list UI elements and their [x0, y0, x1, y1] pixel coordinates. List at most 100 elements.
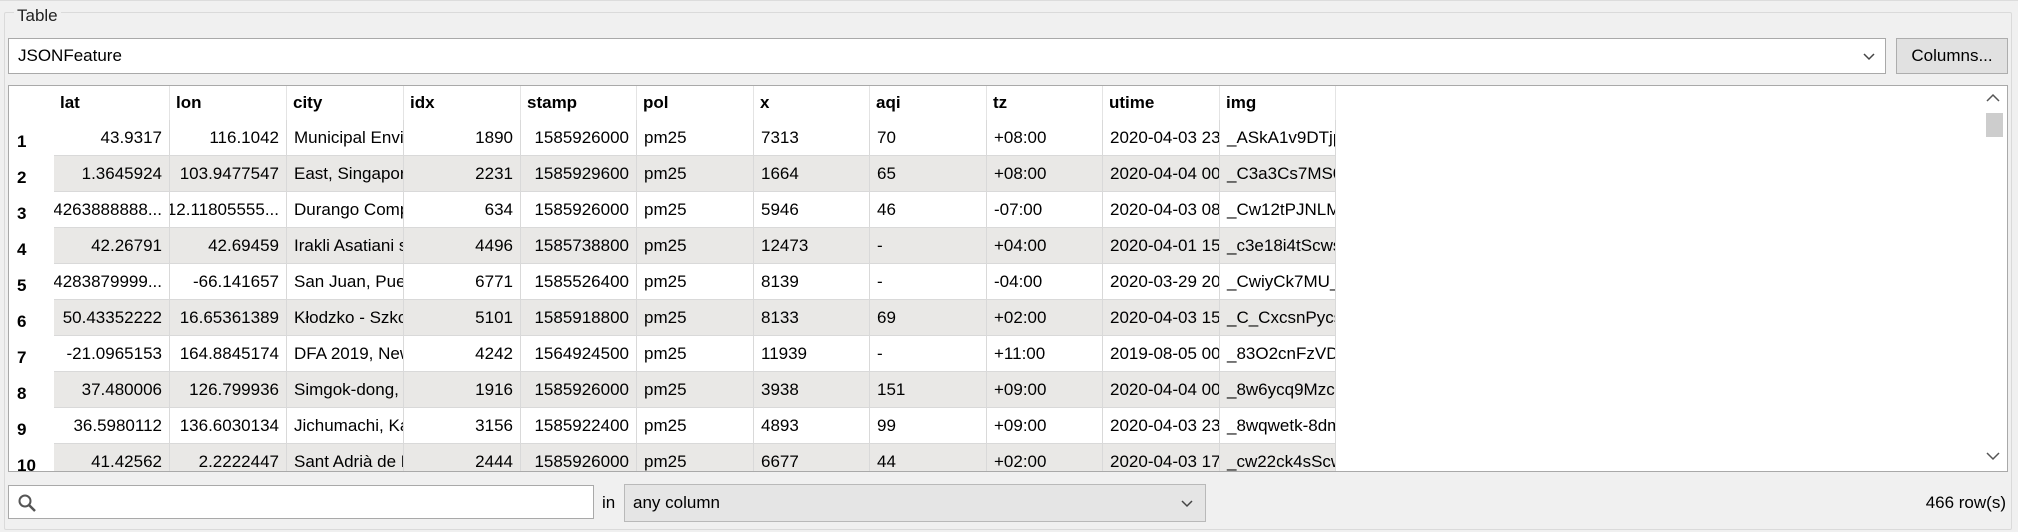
- table-cell-img[interactable]: _Cw12tPJNLMp...: [1220, 192, 1336, 228]
- table-cell-city[interactable]: Municipal Envir...: [287, 120, 404, 156]
- row-number[interactable]: 2: [9, 156, 54, 192]
- scroll-up-icon[interactable]: [1985, 92, 2001, 104]
- table-cell-utime[interactable]: 2020-03-29 20:...: [1103, 264, 1220, 300]
- row-number[interactable]: 3: [9, 192, 54, 228]
- table-cell-x[interactable]: 8133: [754, 300, 870, 336]
- table-cell-aqi[interactable]: 46: [870, 192, 987, 228]
- row-number[interactable]: 6: [9, 300, 54, 336]
- table-cell-tz[interactable]: +02:00: [987, 300, 1103, 336]
- table-cell-lon[interactable]: 164.8845174: [170, 336, 287, 372]
- table-cell-idx[interactable]: 6771: [404, 264, 521, 300]
- table-cell-aqi[interactable]: 69: [870, 300, 987, 336]
- table-cell-x[interactable]: 4893: [754, 408, 870, 444]
- search-input[interactable]: [8, 485, 594, 519]
- table-cell-idx[interactable]: 3156: [404, 408, 521, 444]
- table-cell-idx[interactable]: 1890: [404, 120, 521, 156]
- table-cell-city[interactable]: DFA 2019, New...: [287, 336, 404, 372]
- table-cell-utime[interactable]: 2020-04-03 08:...: [1103, 192, 1220, 228]
- table-cell-stamp[interactable]: 1585926000: [521, 120, 637, 156]
- table-cell-tz[interactable]: -07:00: [987, 192, 1103, 228]
- table-cell-tz[interactable]: +08:00: [987, 120, 1103, 156]
- table-cell-img[interactable]: _C_CxcsnPycs_...: [1220, 300, 1336, 336]
- table-cell-lat[interactable]: 1.3645924: [54, 156, 170, 192]
- table-cell-stamp[interactable]: 1585922400: [521, 408, 637, 444]
- table-cell-city[interactable]: San Juan, Puert...: [287, 264, 404, 300]
- scrollbar-thumb[interactable]: [1986, 113, 2003, 137]
- table-cell-lon[interactable]: 103.9477547: [170, 156, 287, 192]
- table-cell-img[interactable]: _ASkA1v9DTjpt...: [1220, 120, 1336, 156]
- table-cell-utime[interactable]: 2020-04-03 17:...: [1103, 444, 1220, 471]
- table-row[interactable]: 2 1.3645924 103.9477547 East, Singapore 2231…: [9, 156, 1336, 192]
- column-header-lon[interactable]: lon: [170, 86, 287, 120]
- table-cell-stamp[interactable]: 1585926000: [521, 372, 637, 408]
- table-cell-pol[interactable]: pm25: [637, 264, 754, 300]
- table-cell-utime[interactable]: 2020-04-03 23:...: [1103, 408, 1220, 444]
- table-cell-lat[interactable]: 37.480006: [54, 372, 170, 408]
- table-cell-idx[interactable]: 2231: [404, 156, 521, 192]
- table-cell-city[interactable]: Simgok-dong, ...: [287, 372, 404, 408]
- table-cell-idx[interactable]: 2444: [404, 444, 521, 471]
- table-cell-x[interactable]: 8139: [754, 264, 870, 300]
- table-cell-aqi[interactable]: 151: [870, 372, 987, 408]
- table-cell-stamp[interactable]: 1585526400: [521, 264, 637, 300]
- table-cell-img[interactable]: _cw22ck4sScw...: [1220, 444, 1336, 471]
- table-cell-lon[interactable]: 126.799936: [170, 372, 287, 408]
- table-cell-aqi[interactable]: 70: [870, 120, 987, 156]
- table-cell-img[interactable]: _c3e18i4tScwsz...: [1220, 228, 1336, 264]
- table-cell-pol[interactable]: pm25: [637, 120, 754, 156]
- table-cell-city[interactable]: Sant Adrià de B...: [287, 444, 404, 471]
- table-cell-utime[interactable]: 2020-04-03 23:...: [1103, 120, 1220, 156]
- column-header-stamp[interactable]: stamp: [521, 86, 637, 120]
- columns-button[interactable]: Columns...: [1896, 38, 2008, 74]
- table-row[interactable]: 518.4283879999...-66.141657San Juan, Pue…: [9, 264, 1336, 300]
- table-cell-lat[interactable]: 43.9317: [54, 120, 170, 156]
- row-number[interactable]: 7: [9, 336, 54, 372]
- table-cell-idx[interactable]: 4496: [404, 228, 521, 264]
- table-cell-pol[interactable]: pm25: [637, 372, 754, 408]
- table-cell-city[interactable]: Irakli Asatiani s...: [287, 228, 404, 264]
- table-cell-lon[interactable]: 136.6030134: [170, 408, 287, 444]
- table-cell-utime[interactable]: 2020-04-03 15:...: [1103, 300, 1220, 336]
- table-cell-utime[interactable]: 2020-04-04 00:...: [1103, 156, 1220, 192]
- column-header-x[interactable]: x: [754, 86, 870, 120]
- table-cell-tz[interactable]: +09:00: [987, 372, 1103, 408]
- column-header-aqi[interactable]: aqi: [870, 86, 987, 120]
- table-cell-lon[interactable]: 42.69459: [170, 228, 287, 264]
- table-cell-x[interactable]: 11939: [754, 336, 870, 372]
- table-cell-aqi[interactable]: -: [870, 228, 987, 264]
- table-cell-city[interactable]: East, Singapore: [287, 156, 404, 192]
- table-cell-tz[interactable]: +04:00: [987, 228, 1103, 264]
- table-cell-stamp[interactable]: 1585918800: [521, 300, 637, 336]
- table-cell-lat[interactable]: 33.4263888888...: [54, 192, 170, 228]
- table-cell-tz[interactable]: +02:00: [987, 444, 1103, 471]
- table-cell-x[interactable]: 7313: [754, 120, 870, 156]
- column-header-utime[interactable]: utime: [1103, 86, 1220, 120]
- table-row[interactable]: 442.2679142.69459Irakli Asatiani s...449…: [9, 228, 1336, 264]
- table-row[interactable]: 7-21.0965153164.8845174DFA 2019, New...4…: [9, 336, 1336, 372]
- table-cell-idx[interactable]: 4242: [404, 336, 521, 372]
- table-cell-pol[interactable]: pm25: [637, 156, 754, 192]
- column-header-idx[interactable]: idx: [404, 86, 521, 120]
- table-row[interactable]: 837.480006126.799936Simgok-dong, ...1916…: [9, 372, 1336, 408]
- header-corner[interactable]: [9, 86, 54, 120]
- table-cell-img[interactable]: _C3a3Cs7MS08...: [1220, 156, 1336, 192]
- row-number[interactable]: 10: [9, 444, 54, 471]
- table-cell-idx[interactable]: 1916: [404, 372, 521, 408]
- table-cell-utime[interactable]: 2020-04-01 15:...: [1103, 228, 1220, 264]
- row-number[interactable]: 8: [9, 372, 54, 408]
- column-header-lat[interactable]: lat: [54, 86, 170, 120]
- scroll-down-icon[interactable]: [1985, 450, 2001, 462]
- table-cell-pol[interactable]: pm25: [637, 300, 754, 336]
- table-cell-img[interactable]: _8wqwetk-8dm...: [1220, 408, 1336, 444]
- table-cell-utime[interactable]: 2019-08-05 00:...: [1103, 336, 1220, 372]
- table-cell-pol[interactable]: pm25: [637, 444, 754, 471]
- column-header-pol[interactable]: pol: [637, 86, 754, 120]
- table-cell-tz[interactable]: +09:00: [987, 408, 1103, 444]
- column-header-tz[interactable]: tz: [987, 86, 1103, 120]
- table-cell-aqi[interactable]: -: [870, 336, 987, 372]
- row-number[interactable]: 1: [9, 120, 54, 156]
- table-cell-idx[interactable]: 634: [404, 192, 521, 228]
- table-cell-lat[interactable]: 41.42562: [54, 444, 170, 471]
- table-cell-lon[interactable]: 2.2222447: [170, 444, 287, 471]
- layer-select[interactable]: JSONFeature: [8, 38, 1886, 74]
